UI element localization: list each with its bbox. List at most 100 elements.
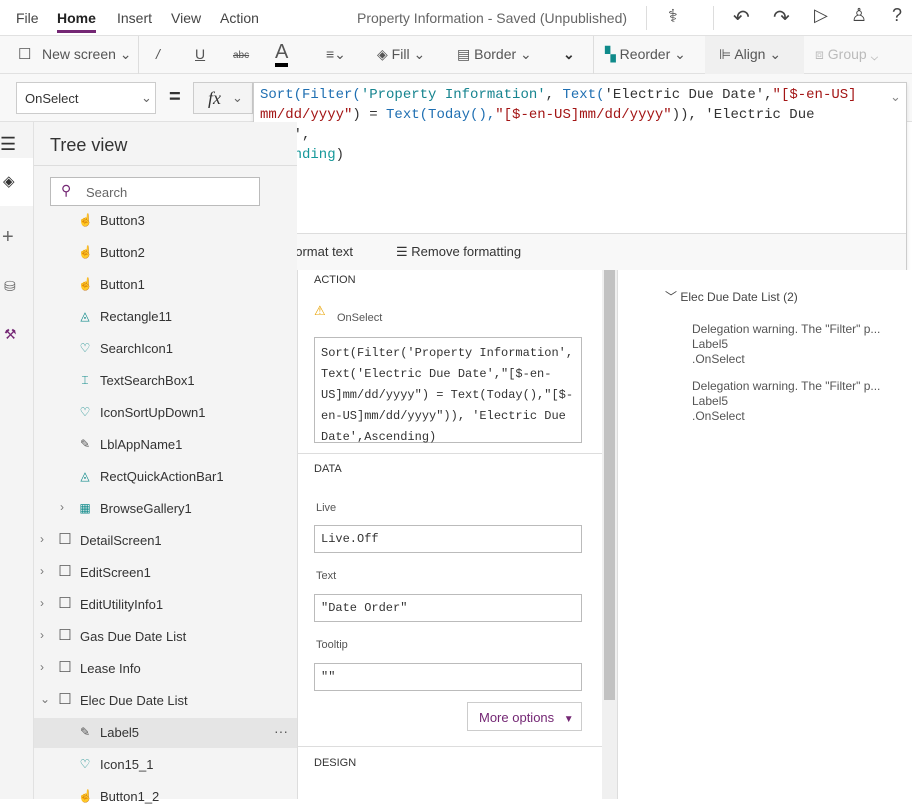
app-checker-icon[interactable]: ⚕ <box>668 6 678 27</box>
more-options-button[interactable]: More options ▼ <box>467 702 582 731</box>
border-button[interactable]: ▤ Border ⌄ <box>457 46 532 63</box>
tree-item[interactable]: ⌄ ☐ Elec Due Date List <box>34 686 297 716</box>
more-actions-icon[interactable]: ··· <box>274 723 288 739</box>
reorder-button[interactable]: ▚ Reorder ⌄ <box>605 46 686 63</box>
fill-label: Fill <box>391 46 410 62</box>
tree-item[interactable]: ♡ SearchIcon1 <box>34 334 297 364</box>
properties-panel: ACTION ⚠ OnSelect Sort(Filter('Property … <box>297 270 603 799</box>
help-icon[interactable]: ? <box>892 5 902 26</box>
design-section-heading: DESIGN <box>314 757 357 769</box>
issue-item[interactable]: Delegation warning. The "Filter" p... La… <box>692 322 880 367</box>
align-button[interactable]: ⊫ Align ⌄ <box>719 46 781 63</box>
chevron-down-icon[interactable]: ⌄ <box>40 692 50 706</box>
hamburger-menu-icon[interactable]: ☰ <box>0 134 16 155</box>
app-title: Property Information - Saved (Unpublishe… <box>357 10 628 26</box>
warning-icon: ⚠ <box>314 303 326 318</box>
scrollbar-thumb[interactable] <box>604 270 615 700</box>
properties-scrollbar[interactable] <box>602 270 617 799</box>
share-user-icon[interactable]: ♙ <box>851 5 867 26</box>
redo-icon[interactable]: ↷ <box>773 5 790 30</box>
tree-item[interactable]: ☝ Button1_2 <box>34 782 297 812</box>
more-chevron-icon[interactable]: ⌄ <box>563 46 575 63</box>
tree-item[interactable]: ♡ IconSortUpDown1 <box>34 398 297 428</box>
tree-item[interactable]: ✎ Label5 ··· <box>34 718 297 748</box>
tree-view-tab[interactable]: ◈ <box>0 158 33 206</box>
tree-item[interactable]: ◬ RectQuickActionBar1 <box>34 462 297 492</box>
tree-item[interactable]: › ☐ EditUtilityInfo1 <box>34 590 297 620</box>
tree-item[interactable]: ◬ Rectangle11 <box>34 302 297 332</box>
italic-button[interactable]: / <box>156 46 160 62</box>
fx-button[interactable]: fx ⌄ <box>193 82 253 114</box>
menu-insert[interactable]: Insert <box>117 10 152 26</box>
chevron-right-icon[interactable]: › <box>40 532 44 546</box>
tree-item[interactable]: ✎ LblAppName1 <box>34 430 297 460</box>
tree-item[interactable]: ☝ Button2 <box>34 238 297 268</box>
strikethrough-button[interactable]: abc <box>233 50 249 61</box>
group-button[interactable]: ⧈ Group ⌄ <box>815 46 878 63</box>
tree-item[interactable]: › ▦ BrowseGallery1 <box>34 494 297 524</box>
new-screen-button[interactable]: New screen ⌄ <box>42 46 132 63</box>
play-icon[interactable]: ▷ <box>814 5 828 26</box>
chevron-right-icon[interactable]: › <box>40 628 44 642</box>
tree-item-label: DetailScreen1 <box>80 533 162 548</box>
shape-icon: ◬ <box>80 309 90 323</box>
issue-control: Label5 <box>692 337 729 351</box>
text-field[interactable]: "Date Order" <box>314 594 582 622</box>
tree-item[interactable]: ☝ Button3 <box>34 206 297 236</box>
chevron-right-icon[interactable]: › <box>60 500 64 514</box>
tree-item[interactable]: › ☐ DetailScreen1 <box>34 526 297 556</box>
fill-button[interactable]: ◈ Fill ⌄ <box>377 46 425 63</box>
chevron-right-icon[interactable]: › <box>40 564 44 578</box>
undo-icon[interactable]: ↶ <box>733 5 750 30</box>
tree-item[interactable]: › ☐ Gas Due Date List <box>34 622 297 652</box>
tree-item-label: Label5 <box>100 725 140 740</box>
tree-item-label: Button2 <box>100 245 145 260</box>
underline-button[interactable]: U <box>195 46 205 62</box>
button-icon: ☝ <box>78 277 93 291</box>
formula-token: ) <box>335 147 345 163</box>
fx-icon: fx <box>208 88 221 108</box>
issue-item[interactable]: Delegation warning. The "Filter" p... La… <box>692 379 880 424</box>
data-sources-icon[interactable]: ⛁ <box>4 278 16 295</box>
screen-icon: ☐ <box>58 563 72 580</box>
app-checker-panel: ﹀ Elec Due Date List (2) Delegation warn… <box>617 270 912 799</box>
formula-editor[interactable]: Sort(Filter('Property Information', Text… <box>253 82 907 270</box>
property-dropdown[interactable]: OnSelect ⌄ <box>16 82 156 114</box>
tree-item[interactable]: ⌶ TextSearchBox1 <box>34 366 297 396</box>
menu-bar: File Home Insert View Action Property In… <box>0 0 912 36</box>
tree-item-label: Icon15_1 <box>100 757 154 772</box>
font-color-button[interactable]: A <box>275 41 289 67</box>
advanced-tools-icon[interactable]: ⚒ <box>4 326 17 343</box>
tree-item-label: Rectangle11 <box>100 309 173 324</box>
menu-home[interactable]: Home <box>57 10 96 33</box>
chevron-right-icon[interactable]: › <box>40 596 44 610</box>
tooltip-field[interactable]: "" <box>314 663 582 691</box>
insert-plus-icon[interactable]: + <box>2 226 14 249</box>
chevron-down-icon: ▼ <box>563 714 574 725</box>
menu-file[interactable]: File <box>16 10 39 26</box>
chevron-right-icon[interactable]: › <box>40 660 44 674</box>
live-field[interactable]: Live.Off <box>314 525 582 553</box>
equals-sign: = <box>169 86 181 108</box>
gallery-icon: ▦ <box>79 501 91 515</box>
tree-item[interactable]: ♡ Icon15_1 <box>34 750 297 780</box>
tree-item[interactable]: ☝ Button1 <box>34 270 297 300</box>
screen-icon: ☐ <box>58 531 72 548</box>
issue-property: .OnSelect <box>692 352 745 366</box>
remove-formatting-button[interactable]: ☰ Remove formatting <box>396 244 521 260</box>
tree-search-input[interactable]: ⚲ Search <box>50 177 260 206</box>
property-dropdown-value: OnSelect <box>25 91 79 106</box>
icon-control-icon: ♡ <box>79 757 91 771</box>
onselect-field[interactable]: Sort(Filter('Property Information', Text… <box>314 337 582 444</box>
text-align-button[interactable]: ≡⌄ <box>326 46 346 63</box>
remove-formatting-icon: ☰ <box>396 244 408 259</box>
issue-group-toggle[interactable]: ﹀ Elec Due Date List (2) <box>665 288 798 305</box>
menu-action[interactable]: Action <box>220 10 259 26</box>
menu-view[interactable]: View <box>171 10 201 26</box>
chevron-down-icon: ⌄ <box>141 90 152 105</box>
tree-item[interactable]: › ☐ EditScreen1 <box>34 558 297 588</box>
expand-formula-icon[interactable]: ⌄ <box>890 89 901 105</box>
tree-item[interactable]: › ☐ Lease Info <box>34 654 297 684</box>
reorder-icon: ▚ <box>605 46 616 62</box>
formula-code[interactable]: Sort(Filter('Property Information', Text… <box>254 83 864 167</box>
